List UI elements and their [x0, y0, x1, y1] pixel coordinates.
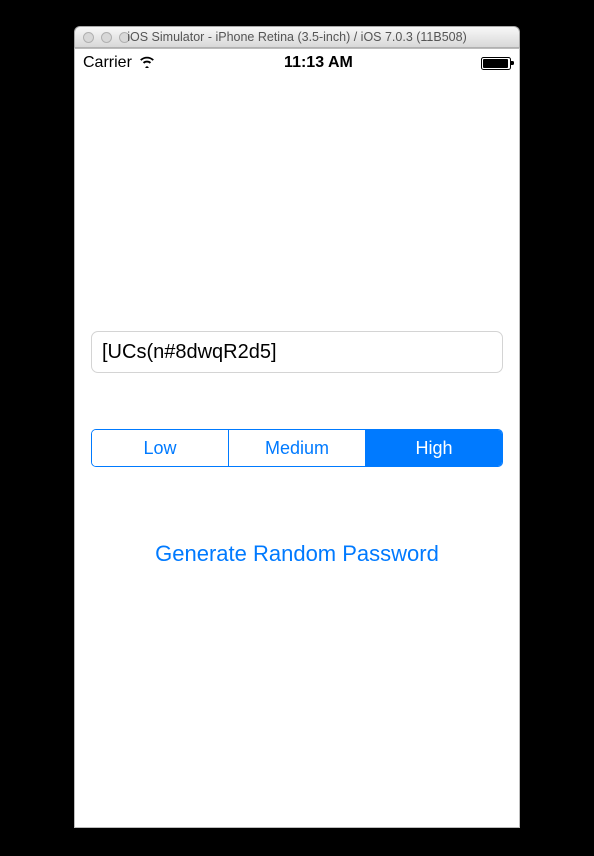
status-bar-left: Carrier — [83, 54, 156, 72]
segment-low-label: Low — [143, 438, 176, 459]
minimize-window-button[interactable] — [101, 32, 112, 43]
segment-medium-label: Medium — [265, 438, 329, 459]
traffic-lights — [83, 32, 130, 43]
status-bar-right — [481, 57, 511, 70]
segment-medium[interactable]: Medium — [228, 430, 365, 466]
battery-icon — [481, 57, 511, 70]
carrier-label: Carrier — [83, 54, 132, 72]
main-content: Low Medium High Generate Random Password — [75, 77, 519, 573]
status-bar: Carrier 11:13 AM — [75, 49, 519, 77]
close-window-button[interactable] — [83, 32, 94, 43]
segment-high-label: High — [415, 438, 452, 459]
battery-fill — [483, 59, 508, 68]
segment-low[interactable]: Low — [92, 430, 228, 466]
password-field[interactable] — [91, 331, 503, 373]
mac-window-titlebar: iOS Simulator - iPhone Retina (3.5-inch)… — [74, 26, 520, 48]
wifi-icon — [138, 54, 156, 72]
window-title: iOS Simulator - iPhone Retina (3.5-inch)… — [75, 30, 519, 44]
simulator-screen: Carrier 11:13 AM Low Medium — [74, 48, 520, 828]
strength-segmented-control[interactable]: Low Medium High — [91, 429, 503, 467]
status-bar-time: 11:13 AM — [284, 54, 353, 72]
generate-button[interactable]: Generate Random Password — [91, 535, 503, 573]
segment-high[interactable]: High — [365, 430, 502, 466]
zoom-window-button[interactable] — [119, 32, 130, 43]
